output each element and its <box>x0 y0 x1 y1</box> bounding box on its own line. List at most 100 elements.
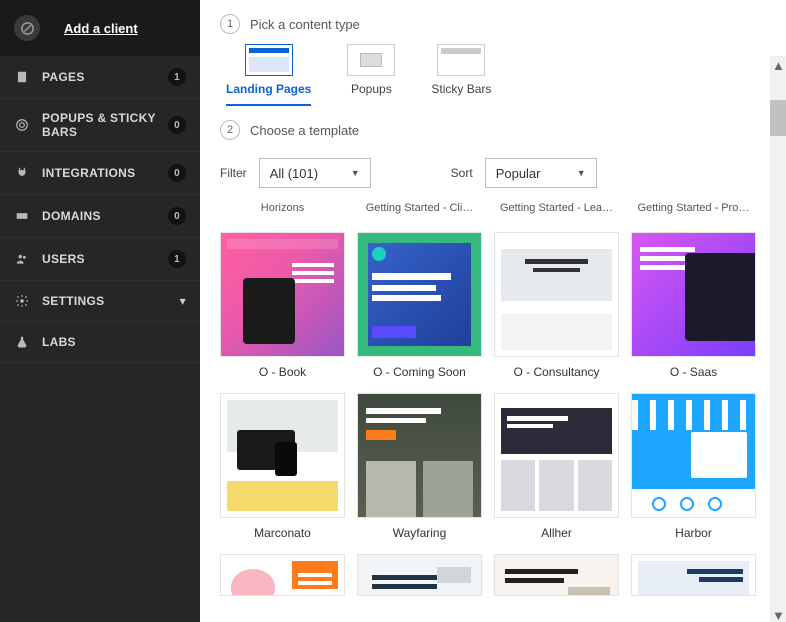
nav-label: POPUPS & STICKY BARS <box>42 111 156 139</box>
template-caption: O - Book <box>259 365 306 379</box>
step-2-header: 2 Choose a template <box>220 120 766 140</box>
template-caption: O - Consultancy <box>513 365 599 379</box>
template-card[interactable]: Allher <box>494 393 619 540</box>
template-gallery: Horizons Getting Started - Cli… Getting … <box>200 202 786 622</box>
sidebar-nav: PAGES 1 POPUPS & STICKY BARS 0 INTEGRATI… <box>0 56 200 363</box>
add-client-link[interactable]: Add a client <box>64 21 138 36</box>
plug-icon <box>14 165 30 181</box>
sort-label: Sort <box>451 166 473 180</box>
template-caption: Harbor <box>675 526 712 540</box>
users-icon <box>14 251 30 267</box>
nav-badge: 0 <box>168 164 186 182</box>
template-caption: Getting Started - Pro… <box>631 202 756 214</box>
nav-label: INTEGRATIONS <box>42 166 156 180</box>
tab-label: Popups <box>351 82 392 96</box>
gear-icon <box>14 293 30 309</box>
partial-row-labels: Horizons Getting Started - Cli… Getting … <box>220 202 766 214</box>
chevron-down-icon: ▼ <box>351 168 360 178</box>
step-label: Choose a template <box>250 123 359 138</box>
template-thumb <box>220 232 345 357</box>
scroll-up-icon[interactable]: ▲ <box>772 58 784 70</box>
main-panel: 1 Pick a content type Landing Pages Popu… <box>200 0 786 622</box>
filter-label: Filter <box>220 166 247 180</box>
content-type-tabs: Landing Pages Popups Sticky Bars <box>226 44 766 106</box>
step-1-section: 1 Pick a content type Landing Pages Popu… <box>200 0 786 114</box>
sticky-bar-icon <box>437 44 485 76</box>
chevron-down-icon: ▼ <box>577 168 586 178</box>
nav-badge: 0 <box>168 116 186 134</box>
template-caption: Marconato <box>254 526 311 540</box>
template-card[interactable]: O - Consultancy <box>494 232 619 379</box>
template-thumb <box>494 393 619 518</box>
template-thumb <box>357 232 482 357</box>
template-card[interactable]: Wayfaring <box>357 393 482 540</box>
nav-domains[interactable]: DOMAINS 0 <box>0 195 200 238</box>
nav-pages[interactable]: PAGES 1 <box>0 56 200 99</box>
template-grid: O - Book O - Coming Soon O - Consultancy… <box>220 232 766 596</box>
target-icon <box>14 117 30 133</box>
tab-label: Sticky Bars <box>431 82 491 96</box>
tab-popups[interactable]: Popups <box>347 44 395 106</box>
template-thumb <box>357 554 482 596</box>
pages-icon <box>14 69 30 85</box>
nav-popups-sticky[interactable]: POPUPS & STICKY BARS 0 <box>0 99 200 152</box>
template-caption: O - Saas <box>670 365 717 379</box>
filter-value: All (101) <box>270 166 318 181</box>
tab-landing-pages[interactable]: Landing Pages <box>226 44 311 106</box>
globe-icon <box>14 208 30 224</box>
nav-users[interactable]: USERS 1 <box>0 238 200 281</box>
template-thumb <box>220 393 345 518</box>
template-card[interactable]: O - Book <box>220 232 345 379</box>
scrollbar-thumb[interactable] <box>770 100 786 136</box>
step-number: 2 <box>220 120 240 140</box>
template-card[interactable]: Marconato <box>220 393 345 540</box>
template-thumb <box>631 232 756 357</box>
tab-sticky-bars[interactable]: Sticky Bars <box>431 44 491 106</box>
template-caption: Allher <box>541 526 572 540</box>
template-card[interactable]: O - Coming Soon <box>357 232 482 379</box>
scroll-down-icon[interactable]: ▼ <box>772 608 784 620</box>
nav-label: SETTINGS <box>42 294 168 308</box>
sort-select[interactable]: Popular ▼ <box>485 158 597 188</box>
nav-labs[interactable]: LABS <box>0 322 200 363</box>
scrollbar-track[interactable]: ▲ ▼ <box>770 56 786 622</box>
step-number: 1 <box>220 14 240 34</box>
brand-logo <box>14 15 40 41</box>
template-thumb <box>631 554 756 596</box>
step-2-section: 2 Choose a template <box>200 114 786 158</box>
nav-badge: 0 <box>168 207 186 225</box>
sidebar-header: Add a client <box>0 0 200 56</box>
template-caption: Horizons <box>220 202 345 214</box>
template-card[interactable]: Harbor <box>631 393 756 540</box>
template-caption: Getting Started - Cli… <box>357 202 482 214</box>
filter-bar: Filter All (101) ▼ Sort Popular ▼ <box>200 158 786 202</box>
nav-settings[interactable]: SETTINGS ▾ <box>0 281 200 322</box>
step-label: Pick a content type <box>250 17 360 32</box>
tab-label: Landing Pages <box>226 82 311 96</box>
template-card[interactable] <box>357 554 482 596</box>
popup-icon <box>347 44 395 76</box>
template-thumb <box>220 554 345 596</box>
template-caption: O - Coming Soon <box>373 365 466 379</box>
template-thumb <box>494 232 619 357</box>
template-card[interactable] <box>631 554 756 596</box>
filter-select[interactable]: All (101) ▼ <box>259 158 371 188</box>
nav-badge: 1 <box>168 68 186 86</box>
nav-label: LABS <box>42 335 186 349</box>
nav-label: PAGES <box>42 70 156 84</box>
nav-integrations[interactable]: INTEGRATIONS 0 <box>0 152 200 195</box>
sort-wrap: Sort Popular ▼ <box>451 158 597 188</box>
nav-label: DOMAINS <box>42 209 156 223</box>
template-card[interactable] <box>220 554 345 596</box>
template-thumb <box>357 393 482 518</box>
template-thumb <box>631 393 756 518</box>
nav-label: USERS <box>42 252 156 266</box>
template-card[interactable] <box>494 554 619 596</box>
sidebar: Add a client PAGES 1 POPUPS & STICKY BAR… <box>0 0 200 622</box>
chevron-down-icon: ▾ <box>180 294 186 308</box>
template-caption: Wayfaring <box>393 526 447 540</box>
flask-icon <box>14 334 30 350</box>
template-caption: Getting Started - Lea… <box>494 202 619 214</box>
template-card[interactable]: O - Saas <box>631 232 756 379</box>
nav-badge: 1 <box>168 250 186 268</box>
